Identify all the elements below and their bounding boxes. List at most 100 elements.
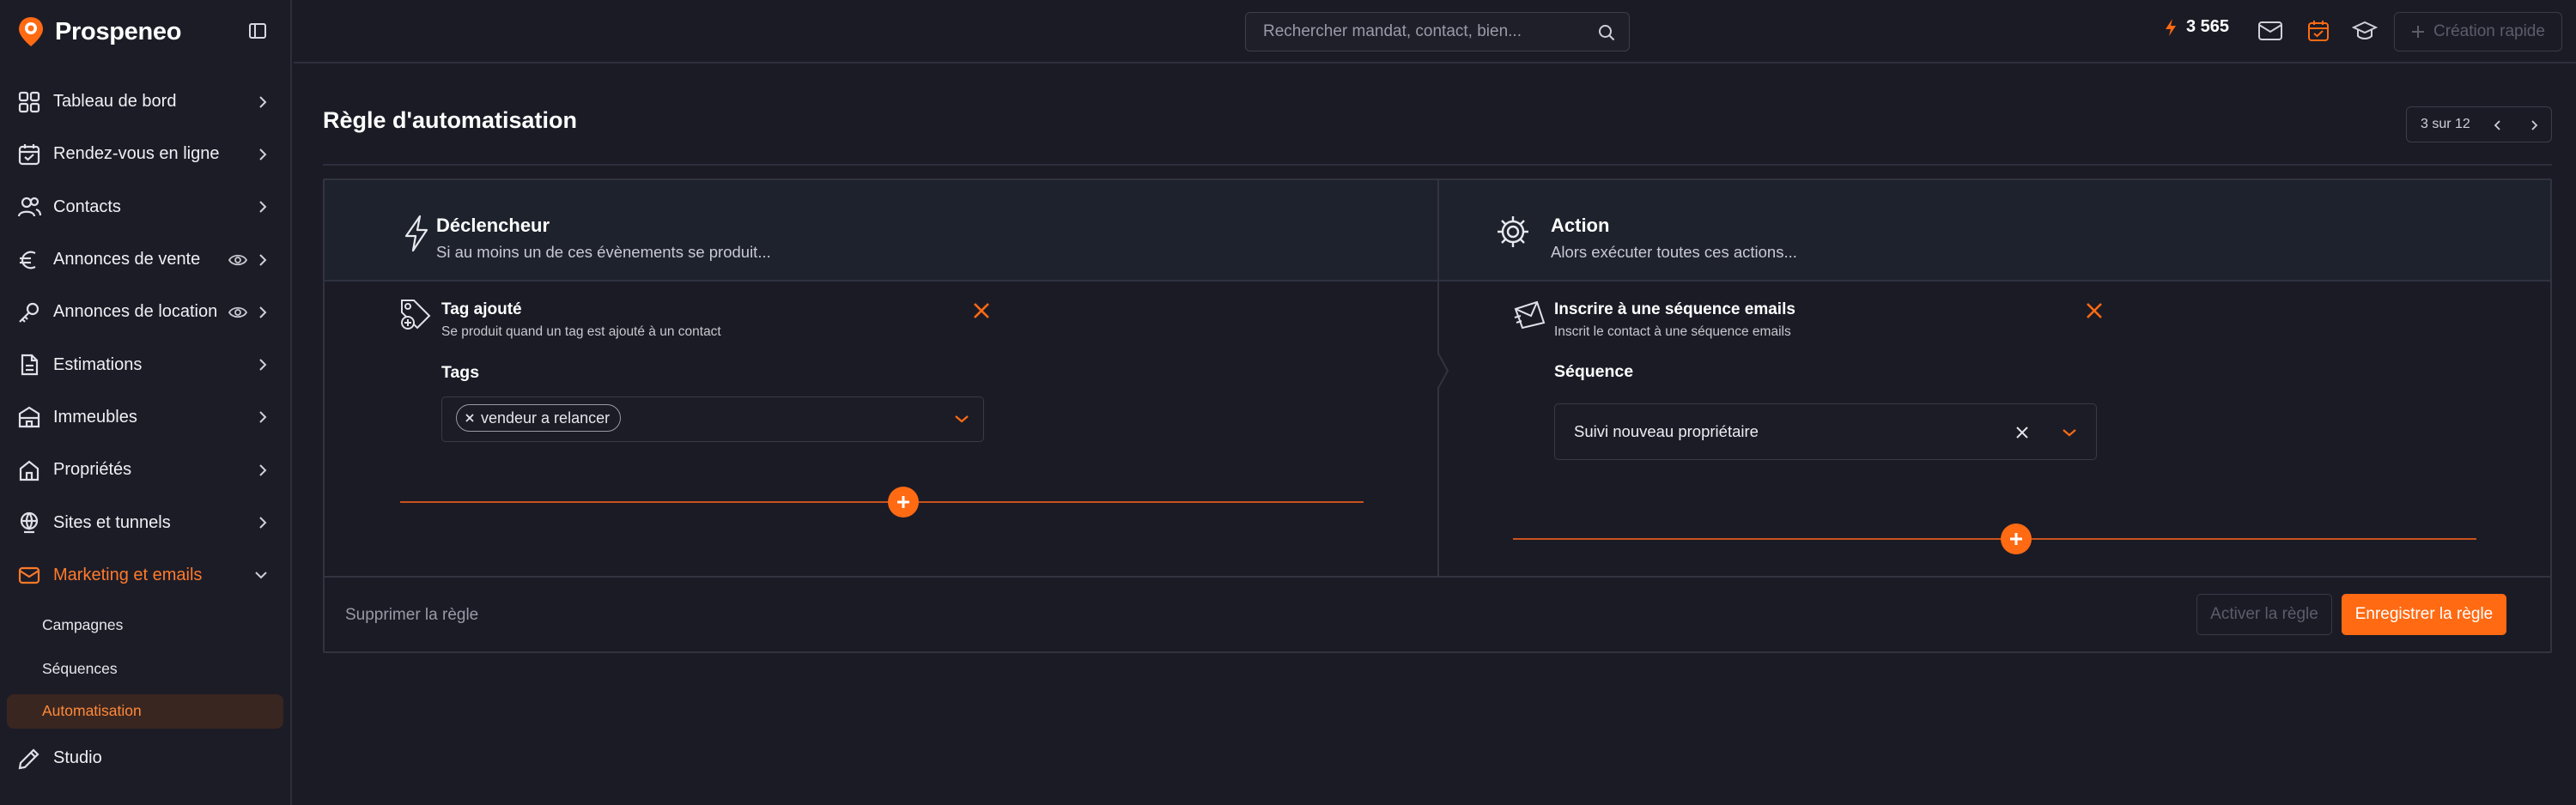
key-icon (15, 299, 43, 326)
remove-chip-icon[interactable] (465, 414, 474, 422)
remove-action-icon[interactable] (2085, 301, 2104, 320)
plus-icon (897, 496, 909, 508)
tag-chip: vendeur a relancer (456, 404, 622, 432)
chevron-down-icon[interactable] (954, 414, 969, 424)
arrow-connector (1437, 352, 1449, 390)
chevron-right-icon (258, 148, 268, 161)
sidebar-item-label: Immeubles (53, 407, 137, 427)
lightning-icon (2164, 18, 2178, 37)
credits-counter[interactable]: 3 565 (2164, 17, 2229, 37)
sidebar-item-label: Studio (53, 748, 102, 768)
sidebar-item-label: Marketing et emails (53, 565, 203, 584)
globe-icon (15, 509, 43, 536)
search-input[interactable] (1263, 22, 1589, 41)
action-card-title: Inscrire à une séquence emails (1554, 300, 1795, 318)
chevron-right-icon (258, 463, 268, 477)
gear-icon (1496, 215, 1530, 249)
trigger-header: Déclencheur Si au moins un de ces évènem… (325, 180, 1437, 281)
pen-icon (15, 745, 43, 772)
trigger-card-title: Tag ajouté (441, 300, 522, 318)
chevron-left-icon[interactable] (2489, 117, 2506, 134)
sidebar-item-label: Sites et tunnels (53, 512, 171, 532)
trigger-card-subtitle: Se produit quand un tag est ajouté à un … (441, 324, 721, 339)
chevron-right-icon (258, 95, 268, 109)
sidebar-item-label: Rendez-vous en ligne (53, 144, 220, 164)
sidebar-item-label: Tableau de bord (53, 92, 177, 112)
sidebar-item-label: Annonces de location (53, 302, 218, 322)
sidebar-item-estimations[interactable]: Estimations (0, 338, 292, 390)
pager: 3 sur 12 (2406, 106, 2552, 142)
action-subtitle: Alors exécuter toutes ces actions... (1551, 243, 1797, 261)
sidebar-item-label: Estimations (53, 354, 143, 374)
grid-icon (15, 88, 43, 116)
subnav-item-sequences[interactable]: Séquences (0, 647, 292, 691)
sidebar-item-rendez-vous[interactable]: Rendez-vous en ligne (0, 128, 292, 180)
chevron-down-icon (254, 570, 268, 580)
quick-create-label: Création rapide (2433, 22, 2545, 40)
quick-create-button[interactable]: Création rapide (2394, 12, 2562, 51)
euro-icon (15, 246, 43, 274)
sidebar-item-proprietes[interactable]: Propriétés (0, 444, 292, 496)
add-action-button[interactable] (2001, 524, 2032, 554)
clear-icon[interactable] (2015, 426, 2029, 439)
eye-icon[interactable] (228, 253, 247, 267)
tag-chip-label: vendeur a relancer (481, 409, 611, 427)
pager-label: 3 sur 12 (2421, 117, 2470, 131)
chevron-right-icon (258, 410, 268, 424)
action-card-subtitle: Inscrit le contact à une séquence emails (1554, 324, 1791, 339)
save-rule-button[interactable]: Enregistrer la règle (2342, 594, 2506, 635)
divider (323, 164, 2552, 166)
subnav-item-automatisation[interactable]: Automatisation (7, 693, 283, 729)
activate-rule-button[interactable]: Activer la règle (2196, 594, 2332, 635)
trigger-subtitle: Si au moins un de ces évènements se prod… (436, 243, 771, 261)
mail-icon (15, 561, 43, 589)
chevron-right-icon[interactable] (2525, 117, 2543, 134)
lightning-icon (402, 215, 431, 252)
page-title: Règle d'automatisation (323, 107, 577, 133)
sequence-label: Séquence (1554, 362, 1634, 381)
chevron-right-icon (258, 200, 268, 214)
sidebar-item-annonces-location[interactable]: Annonces de location (0, 286, 292, 338)
sidebar-item-label: Annonces de vente (53, 250, 201, 269)
sidebar-item-immeubles[interactable]: Immeubles (0, 391, 292, 444)
inbox-icon[interactable] (2257, 17, 2284, 45)
remove-trigger-icon[interactable] (972, 301, 991, 320)
tags-select[interactable]: vendeur a relancer (441, 396, 984, 442)
chevron-right-icon (258, 516, 268, 530)
panel-footer: Supprimer la règle Activer la règle Enre… (325, 576, 2550, 651)
sidebar-item-annonces-vente[interactable]: Annonces de vente (0, 233, 292, 286)
sidebar-item-marketing[interactable]: Marketing et emails (0, 549, 292, 602)
subnav-item-campagnes[interactable]: Campagnes (0, 603, 292, 647)
sidebar-item-label: Propriétés (53, 460, 132, 480)
search-box[interactable] (1245, 12, 1630, 51)
sidebar-item-contacts[interactable]: Contacts (0, 181, 292, 233)
connector-line (1513, 538, 2476, 540)
users-icon (15, 193, 43, 221)
sidebar-item-sites-tunnels[interactable]: Sites et tunnels (0, 496, 292, 548)
eye-icon[interactable] (228, 306, 247, 319)
graduation-cap-icon[interactable] (2351, 17, 2379, 45)
chevron-right-icon (258, 358, 268, 372)
chevron-down-icon[interactable] (2062, 427, 2077, 438)
building-icon (15, 403, 43, 431)
collapse-sidebar-icon[interactable] (246, 19, 270, 43)
sequence-select[interactable]: Suivi nouveau propriétaire (1554, 403, 2097, 460)
chevron-right-icon (258, 306, 268, 319)
credits-value: 3 565 (2186, 17, 2230, 36)
sidebar-item-tableau-de-bord[interactable]: Tableau de bord (0, 76, 292, 128)
chevron-right-icon (258, 253, 268, 267)
logo[interactable]: Prospeneo (17, 15, 181, 48)
search-icon[interactable] (1598, 24, 1615, 41)
sidebar-nav: Tableau de bord Rendez-vous en ligne Con… (0, 76, 292, 784)
delete-rule-button[interactable]: Supprimer la règle (345, 606, 478, 625)
calendar-check-icon (15, 141, 43, 168)
plus-icon (2411, 25, 2425, 39)
action-header: Action Alors exécuter toutes ces actions… (1439, 180, 2550, 281)
add-trigger-button[interactable] (888, 487, 919, 518)
tags-label: Tags (441, 363, 480, 382)
sidebar-item-studio[interactable]: Studio (0, 734, 292, 784)
marketing-subnav: Campagnes Séquences Automatisation (0, 602, 292, 729)
plus-icon (2010, 533, 2022, 545)
action-title: Action (1551, 215, 1610, 236)
calendar-icon[interactable] (2305, 17, 2332, 45)
